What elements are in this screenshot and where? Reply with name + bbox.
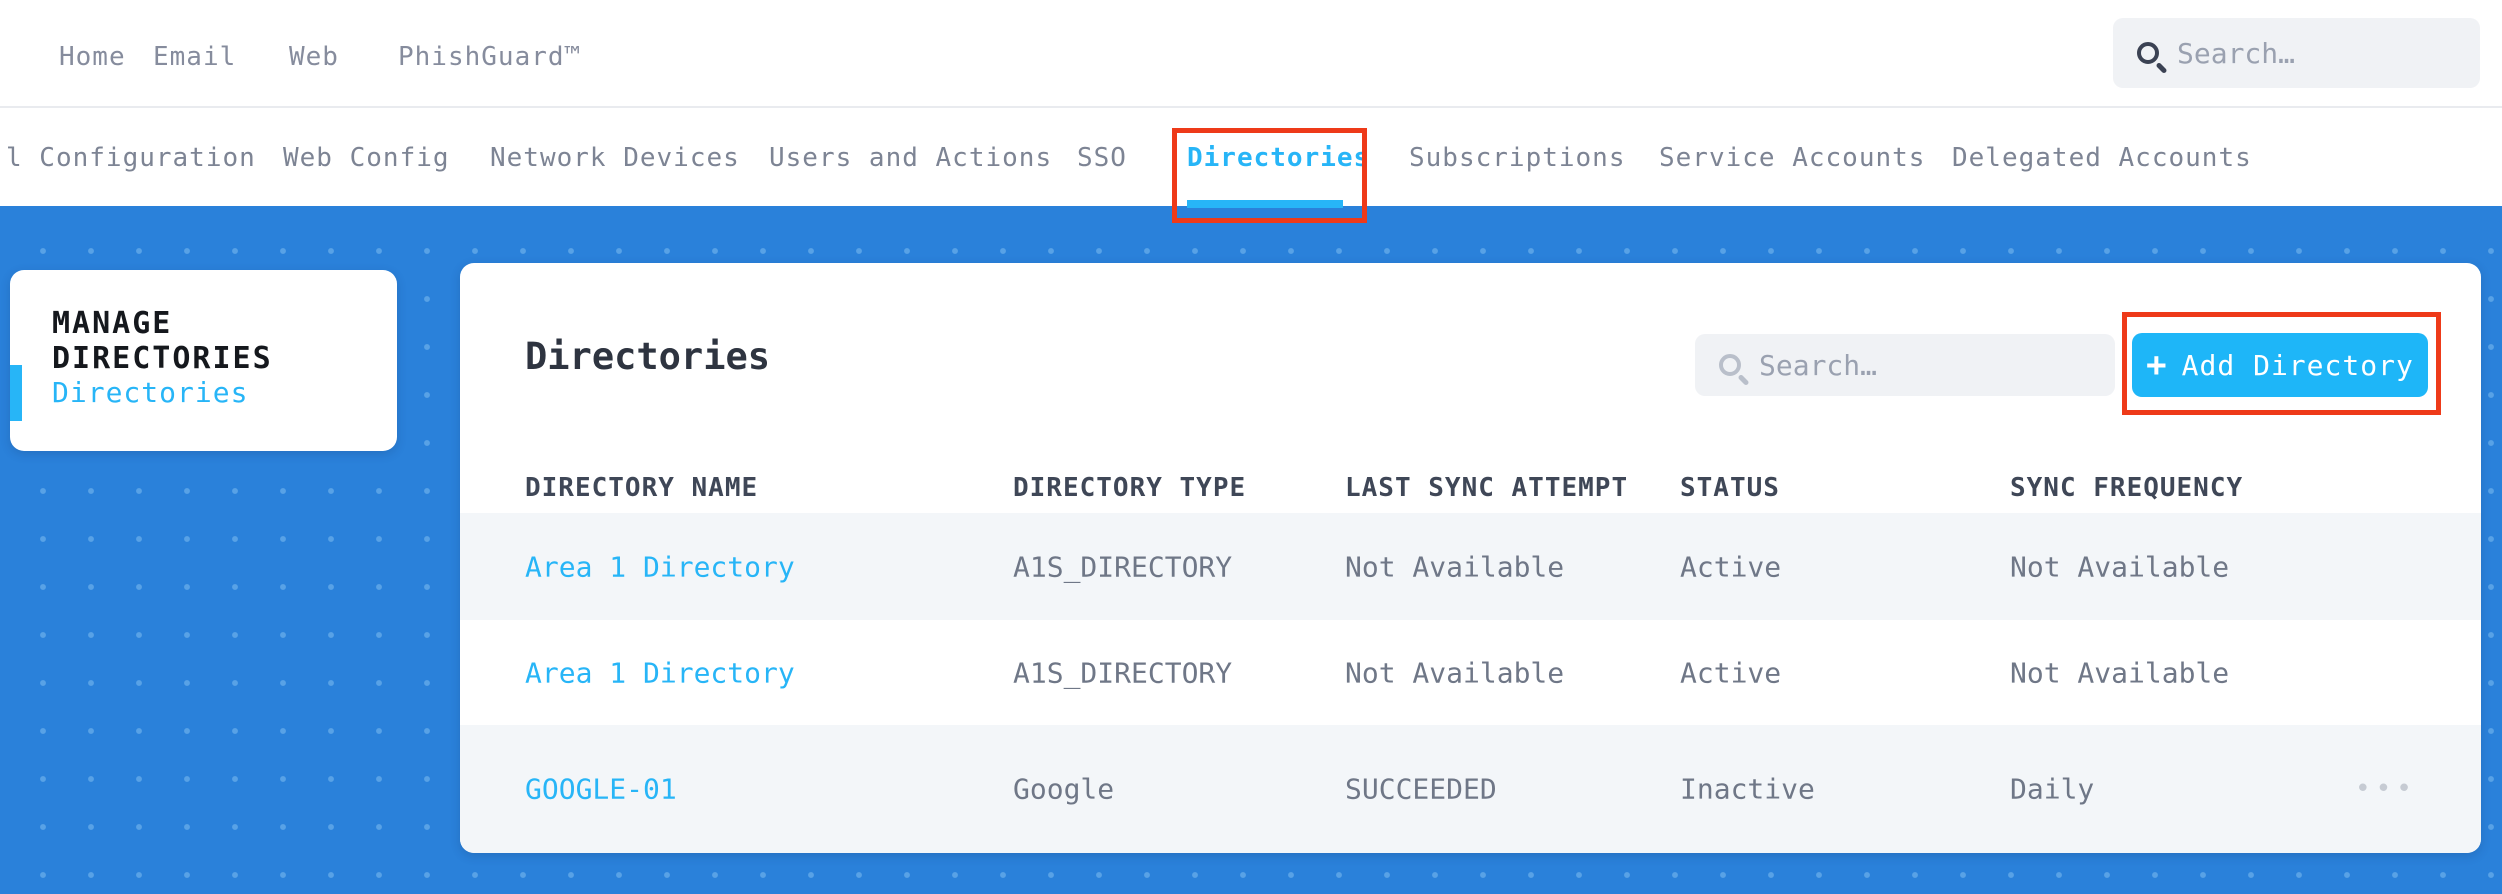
add-directory-button[interactable]: + Add Directory (2132, 333, 2428, 397)
col-sync-frequency: SYNC FREQUENCY (2010, 473, 2244, 503)
top-nav-item-email[interactable]: Email (153, 42, 236, 72)
tab-sso[interactable]: SSO (1077, 143, 1127, 173)
tab-subscriptions[interactable]: Subscriptions (1409, 143, 1626, 173)
directory-name-link[interactable]: Area 1 Directory (525, 656, 795, 689)
sync-frequency-cell: Daily (2010, 772, 2095, 806)
table-row: Area 1 Directory A1S_DIRECTORY Not Avail… (460, 513, 2481, 620)
top-nav: Home Email Web PhishGuard™ (0, 0, 2502, 108)
sidebar-title: MANAGE DIRECTORIES (52, 306, 273, 376)
directory-name-link[interactable]: GOOGLE-01 (525, 773, 677, 806)
section-tab-bar: l Configuration Web Config Network Devic… (0, 110, 2502, 208)
sync-frequency-cell: Not Available (2010, 550, 2230, 583)
sidebar-item-directories[interactable]: Directories (52, 376, 248, 409)
directories-panel: Directories + Add Directory DIRECTORY NA… (460, 263, 2481, 853)
plus-icon: + (2146, 345, 2168, 385)
status-cell: Inactive (1680, 772, 1815, 806)
global-search[interactable] (2113, 18, 2480, 88)
tab-directories[interactable]: Directories (1187, 143, 1370, 173)
row-menu-ellipsis-icon[interactable]: ••• (2355, 774, 2417, 804)
search-icon (2137, 42, 2168, 75)
add-directory-label: Add Directory (2181, 348, 2414, 382)
col-directory-type: DIRECTORY TYPE (1013, 473, 1247, 503)
tab-service-accounts[interactable]: Service Accounts (1659, 143, 1925, 173)
global-search-input[interactable] (2177, 36, 2462, 70)
sidebar-active-indicator (10, 365, 22, 421)
last-sync-attempt-cell: Not Available (1345, 550, 1565, 583)
search-icon (1719, 354, 1750, 387)
directory-name-link[interactable]: Area 1 Directory (525, 550, 795, 583)
page-title: Directories (525, 335, 771, 378)
active-tab-underline (1187, 200, 1343, 208)
top-nav-item-phishguard[interactable]: PhishGuard™ (398, 42, 581, 72)
directory-type-cell: A1S_DIRECTORY (1013, 550, 1233, 583)
table-row: Area 1 Directory A1S_DIRECTORY Not Avail… (460, 620, 2481, 725)
tab-configuration[interactable]: l Configuration (6, 143, 256, 173)
status-cell: Active (1680, 550, 1782, 583)
table-header: DIRECTORY NAME DIRECTORY TYPE LAST SYNC … (460, 465, 2481, 513)
col-directory-name: DIRECTORY NAME (525, 473, 759, 503)
top-nav-item-home[interactable]: Home (59, 42, 126, 72)
manage-directories-card: MANAGE DIRECTORIES Directories (10, 270, 397, 451)
tab-web-config[interactable]: Web Config (283, 143, 450, 173)
status-cell: Active (1680, 656, 1782, 689)
directories-search-input[interactable] (1759, 348, 2099, 382)
top-nav-item-web[interactable]: Web (289, 42, 339, 72)
table-row: GOOGLE-01 Google SUCCEEDED Inactive Dail… (460, 725, 2481, 853)
directory-type-cell: A1S_DIRECTORY (1013, 656, 1233, 689)
last-sync-attempt-cell: Not Available (1345, 656, 1565, 689)
last-sync-attempt-cell: SUCCEEDED (1345, 772, 1497, 806)
directory-type-cell: Google (1013, 772, 1115, 806)
col-last-sync-attempt: LAST SYNC ATTEMPT (1345, 473, 1629, 503)
tab-delegated-accounts[interactable]: Delegated Accounts (1952, 143, 2252, 173)
directories-search[interactable] (1695, 334, 2115, 396)
sync-frequency-cell: Not Available (2010, 656, 2230, 689)
col-status: STATUS (1680, 473, 1780, 503)
tab-users-and-actions[interactable]: Users and Actions (769, 143, 1052, 173)
tab-network-devices[interactable]: Network Devices (490, 143, 740, 173)
